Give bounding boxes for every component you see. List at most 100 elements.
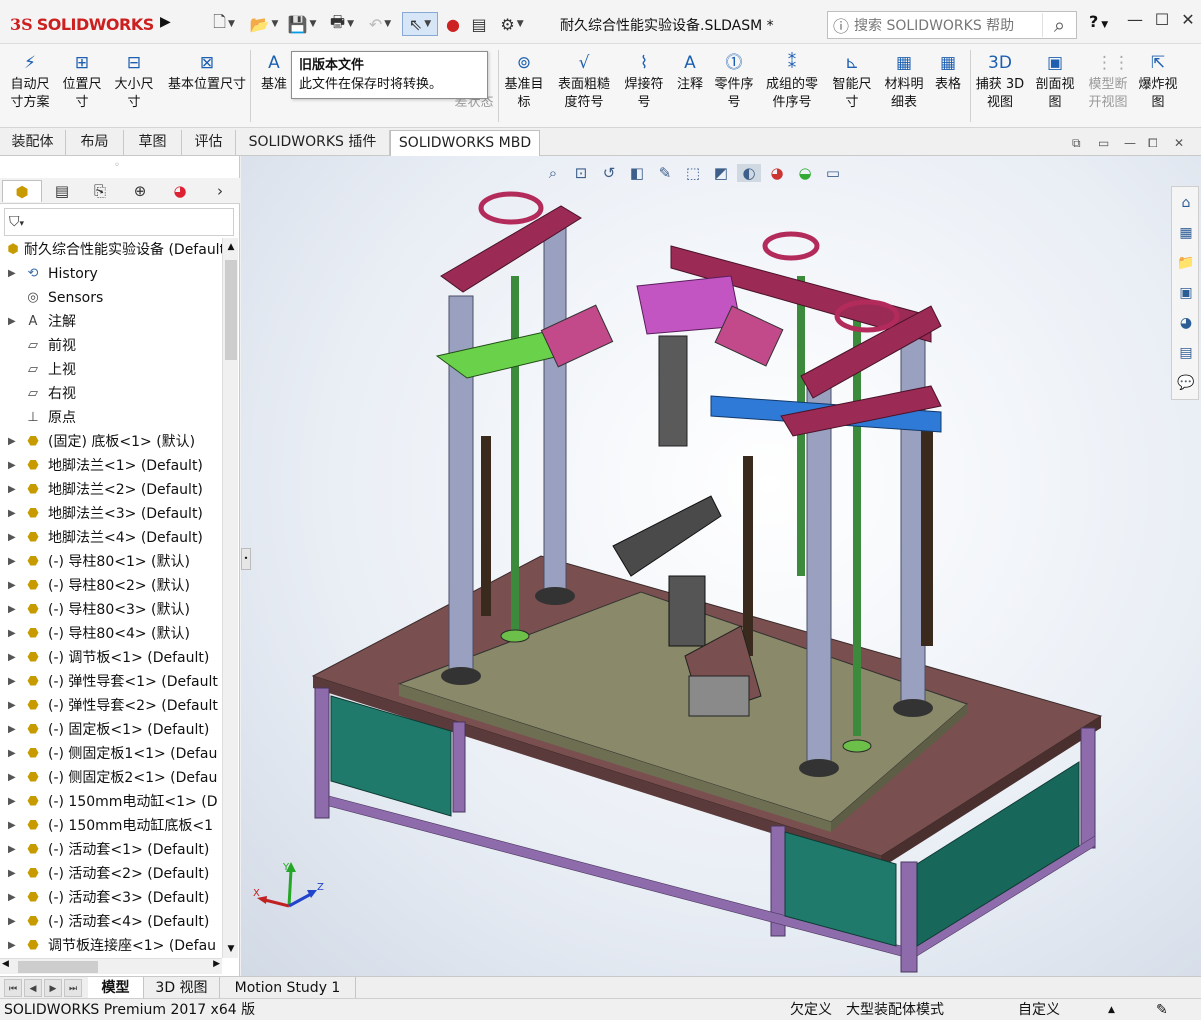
undo-button[interactable]: ↶ ▼ <box>362 12 398 36</box>
tree-item[interactable]: ▶ ⬣ 调节板连接座<1> (Defau <box>0 934 222 958</box>
tree-item[interactable]: ▱ 右视 <box>0 382 222 406</box>
tree-item[interactable]: ◎ Sensors <box>0 286 222 310</box>
tree-item[interactable]: ▶ ⬣ (-) 150mm电动缸<1> (D <box>0 790 222 814</box>
tree-item[interactable]: ▶ ⬣ (-) 活动套<3> (Default) <box>0 886 222 910</box>
custom-properties-icon[interactable]: ▤ <box>1174 341 1198 365</box>
command-button-10[interactable]: ⊚ 基准目标 <box>500 52 548 112</box>
expand-arrow-icon[interactable]: ▶ <box>8 934 16 958</box>
expand-arrow-icon[interactable]: ▶ <box>8 574 16 598</box>
unit-system[interactable]: 自定义 <box>1018 999 1060 1020</box>
expand-arrow-icon[interactable]: ▶ <box>8 310 16 334</box>
first-tab-arrow[interactable]: ⏮ <box>4 979 22 997</box>
scroll-thumb[interactable] <box>225 260 237 360</box>
solidworks-logo[interactable]: 3S SOLIDWORKS <box>10 10 154 38</box>
command-button-19[interactable]: 3D 捕获 3D 视图 <box>974 52 1026 112</box>
tab-assembly[interactable]: 装配体 <box>0 130 66 156</box>
tree-item[interactable]: ▶ ⬣ (-) 活动套<4> (Default) <box>0 910 222 934</box>
scroll-left-icon[interactable]: ◀ <box>2 959 9 969</box>
tree-horizontal-scrollbar[interactable]: ◀ ▶ <box>0 958 222 974</box>
tab-mbd[interactable]: SOLIDWORKS MBD <box>390 130 540 156</box>
view-palette-icon[interactable]: ▣ <box>1174 281 1198 305</box>
tree-vertical-scrollbar[interactable]: ▲ ▼ <box>222 238 238 958</box>
viewport-restore-icon[interactable]: ⧉ <box>1072 136 1081 151</box>
graphics-viewport[interactable]: ⌕ ⊡ ↺ ◧ ✎ ⬚ ◩ ◐ ◕ ◒ ▭ ⌂ ▦ 📁 ▣ ◕ ▤ 💬 Y X … <box>241 156 1201 976</box>
tree-item[interactable]: ▱ 上视 <box>0 358 222 382</box>
tab-sketch[interactable]: 草图 <box>124 130 182 156</box>
command-button-15[interactable]: ⁑ 成组的零 件序号 <box>762 52 822 112</box>
tree-item[interactable]: ▶ ⬣ (-) 导柱80<2> (默认) <box>0 574 222 598</box>
expand-arrow-icon[interactable]: ▶ <box>8 910 16 934</box>
expand-arrow-icon[interactable]: ▶ <box>8 454 16 478</box>
file-properties-button[interactable]: ▤ <box>468 12 490 36</box>
tab-model[interactable]: 模型 <box>88 977 144 999</box>
more-tabs-arrow[interactable]: › <box>208 180 232 202</box>
options-button[interactable]: ⚙ ▼ <box>494 12 530 36</box>
property-manager-tab[interactable]: ▤ <box>42 180 82 202</box>
expand-arrow-icon[interactable]: ▶ <box>8 670 16 694</box>
tree-item[interactable]: ▶ ⬣ (-) 侧固定板1<1> (Defau <box>0 742 222 766</box>
save-button[interactable]: 💾 ▼ <box>284 12 320 36</box>
home-icon[interactable]: ⌂ <box>1174 191 1198 215</box>
forum-icon[interactable]: 💬 <box>1174 371 1198 395</box>
expand-arrow-icon[interactable]: ▶ <box>8 718 16 742</box>
last-tab-arrow[interactable]: ⏭ <box>64 979 82 997</box>
tree-root-assembly[interactable]: ⬢ 耐久综合性能实验设备 (Default <box>0 238 222 262</box>
help-search-box[interactable]: ⓘ 搜索 SOLIDWORKS 帮助 ⌕ <box>827 11 1077 39</box>
command-button-3[interactable]: ⊟ 大小尺寸 <box>110 52 158 112</box>
viewport-maximize-icon[interactable]: ⧠ <box>1148 136 1158 151</box>
tree-filter[interactable]: ⛉▾ <box>4 208 234 236</box>
tree-item[interactable]: ▶ ⬣ (-) 导柱80<1> (默认) <box>0 550 222 574</box>
viewport-tile-icon[interactable]: ▭ <box>1098 136 1109 150</box>
expand-arrow-icon[interactable]: ▶ <box>8 526 16 550</box>
command-button-22[interactable]: ⇱ 爆炸视图 <box>1134 52 1182 112</box>
viewport-close-icon[interactable]: ✕ <box>1174 136 1184 150</box>
design-library-icon[interactable]: ▦ <box>1174 221 1198 245</box>
display-manager-tab[interactable]: ◕ <box>160 180 200 202</box>
chevron-up-icon[interactable]: ▲ <box>1108 999 1115 1020</box>
feature-tree-tab[interactable]: ⬢ <box>2 180 42 202</box>
command-button-5[interactable]: A 基准 <box>254 52 294 94</box>
expand-arrow-icon[interactable]: ▶ <box>8 838 16 862</box>
tree-item[interactable]: ▶ ⬣ (-) 固定板<1> (Default) <box>0 718 222 742</box>
command-button-14[interactable]: ⓵ 零件序号 <box>710 52 758 112</box>
scroll-up-icon[interactable]: ▲ <box>223 238 239 256</box>
tree-item[interactable]: ▶ ⬣ 地脚法兰<4> (Default) <box>0 526 222 550</box>
command-button-16[interactable]: ⊾ 智能尺寸 <box>828 52 876 112</box>
tree-item[interactable]: ▶ ⬣ (-) 导柱80<3> (默认) <box>0 598 222 622</box>
command-button-20[interactable]: ▣ 剖面视图 <box>1030 52 1080 112</box>
tree-item[interactable]: ▶ ⬣ 地脚法兰<2> (Default) <box>0 478 222 502</box>
tab-addins[interactable]: SOLIDWORKS 插件 <box>236 130 390 156</box>
expand-arrow-icon[interactable]: ▶ <box>8 478 16 502</box>
tree-item[interactable]: ▶ ⬣ (固定) 底板<1> (默认) <box>0 430 222 454</box>
scroll-down-icon[interactable]: ▼ <box>223 940 239 958</box>
command-button-2[interactable]: ⊞ 位置尺寸 <box>58 52 106 112</box>
command-button-1[interactable]: ⚡ 自动尺 寸方案 <box>6 52 54 112</box>
tree-item[interactable]: ▶ ⬣ 地脚法兰<1> (Default) <box>0 454 222 478</box>
expand-arrow-icon[interactable]: ▶ <box>8 862 16 886</box>
expand-arrow-icon[interactable]: ▶ <box>8 430 16 454</box>
expand-arrow-icon[interactable]: ▶ <box>8 598 16 622</box>
rebuild-status-icon[interactable]: ✎ <box>1156 999 1168 1020</box>
tree-item[interactable]: ▶ ⬣ (-) 调节板<1> (Default) <box>0 646 222 670</box>
close-button[interactable]: ✕ <box>1176 10 1200 34</box>
help-button[interactable]: ? ▼ <box>1089 12 1108 31</box>
select-button[interactable]: ⇖ ▼ <box>402 12 438 36</box>
tree-item[interactable]: ▶ A 注解 <box>0 310 222 334</box>
tree-item[interactable]: ▶ ⬣ (-) 侧固定板2<1> (Defau <box>0 766 222 790</box>
tree-item[interactable]: ▶ ⬣ (-) 活动套<1> (Default) <box>0 838 222 862</box>
expand-arrow-icon[interactable]: ▶ <box>8 694 16 718</box>
tree-item[interactable]: ▶ ⬣ (-) 导柱80<4> (默认) <box>0 622 222 646</box>
command-button-12[interactable]: ⌇ 焊接符号 <box>620 52 668 112</box>
search-icon[interactable]: ⌕ <box>1042 13 1076 37</box>
command-button-18[interactable]: ▦ 表格 <box>930 52 966 94</box>
tab-evaluate[interactable]: 评估 <box>182 130 236 156</box>
scroll-right-icon[interactable]: ▶ <box>213 959 220 969</box>
maximize-button[interactable]: ☐ <box>1150 10 1174 34</box>
command-button-4[interactable]: ⊠ 基本位置尺寸 <box>162 52 252 94</box>
menu-expand-arrow-icon[interactable]: ▶ <box>160 14 171 30</box>
tab-motion-study[interactable]: Motion Study 1 <box>220 977 356 999</box>
command-button-13[interactable]: A 注释 <box>672 52 708 94</box>
tree-item[interactable]: ▶ ⬣ (-) 弹性导套<1> (Default <box>0 670 222 694</box>
tree-item[interactable]: ▱ 前视 <box>0 334 222 358</box>
print-button[interactable]: 🖶 ▼ <box>324 12 360 36</box>
